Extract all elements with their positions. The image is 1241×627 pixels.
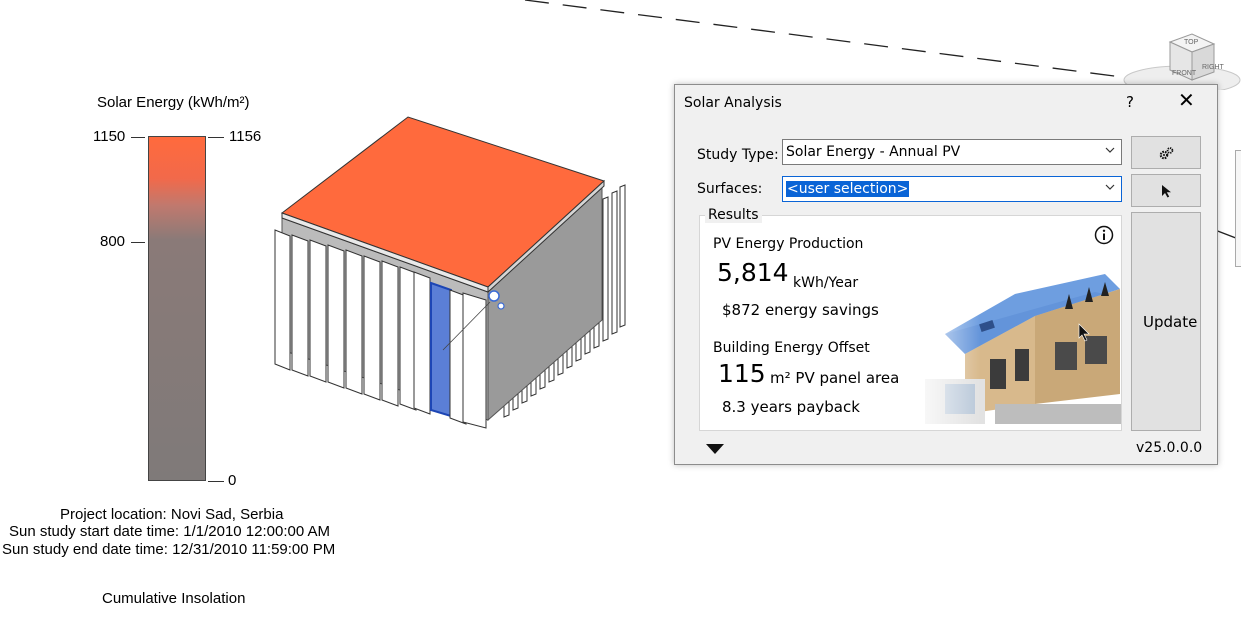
chevron-down-icon [1105,184,1115,190]
legend-tick-right-top [208,137,224,138]
expand-triangle-icon[interactable] [705,443,725,455]
viewcube-top-label: TOP [1184,39,1199,46]
sun-study-end: Sun study end date time: 12/31/2010 11:5… [2,541,336,558]
house-illustration [905,254,1121,426]
viewcube-right-label: RIGHT [1202,64,1224,71]
select-surfaces-button[interactable] [1131,174,1201,207]
legend-tick-0 [208,481,224,482]
energy-savings: $872 energy savings [722,301,879,319]
cursor-arrow-icon [1162,185,1171,198]
chevron-down-icon [1105,147,1115,153]
legend-label-800: 800 [100,233,126,250]
gears-icon [1159,147,1174,160]
payback-period: 8.3 years payback [722,398,860,416]
results-panel: PV Energy Production 5,814 kWh/Year $872… [699,215,1122,431]
surfaces-label: Surfaces: [697,181,763,197]
legend-label-1156: 1156 [229,128,262,145]
legend-tick-800 [131,242,145,243]
panel-area-unit: m² PV panel area [770,369,900,387]
study-type-value: Solar Energy - Annual PV [786,144,961,160]
analysis-mode: Cumulative Insolation [102,590,246,607]
legend-title: Solar Energy (kWh/m²) [97,94,250,111]
legend-color-bar [148,136,206,481]
viewcube-front-label: FRONT [1172,70,1197,77]
energy-offset-heading: Building Energy Offset [713,340,870,356]
dialog-title: Solar Analysis [684,95,782,111]
legend-label-1150: 1150 [93,128,126,145]
legend-tick-left-top [131,137,145,138]
viewcube[interactable]: TOP FRONT RIGHT [1122,30,1241,95]
info-icon[interactable] [1094,225,1114,245]
study-type-dropdown[interactable]: Solar Energy - Annual PV [782,139,1122,165]
project-location: Project location: Novi Sad, Serbia [60,506,284,523]
update-button-label: Update [1143,313,1198,331]
version-label: v25.0.0.0 [1136,440,1203,456]
surfaces-value: <user selection> [786,181,910,197]
navigation-bar-edge[interactable] [1235,150,1241,267]
help-button[interactable]: ? [1126,93,1134,111]
surfaces-dropdown[interactable]: <user selection> [782,176,1122,202]
legend-label-0: 0 [228,472,237,489]
sun-study-start: Sun study start date time: 1/1/2010 12:0… [9,523,331,540]
update-button[interactable]: Update [1131,212,1201,431]
panel-area-value: 115 [718,359,766,388]
building-model-view[interactable] [260,110,640,440]
pv-production-value: 5,814 [717,258,789,287]
results-group-label: Results [705,207,762,223]
solar-analysis-dialog: Solar Analysis ? ✕ Study Type: Solar Ene… [674,84,1218,465]
pv-production-unit: kWh/Year [793,275,859,291]
study-type-label: Study Type: [697,147,779,163]
settings-button[interactable] [1131,136,1201,169]
pv-production-heading: PV Energy Production [713,236,864,252]
close-button[interactable]: ✕ [1178,90,1195,110]
